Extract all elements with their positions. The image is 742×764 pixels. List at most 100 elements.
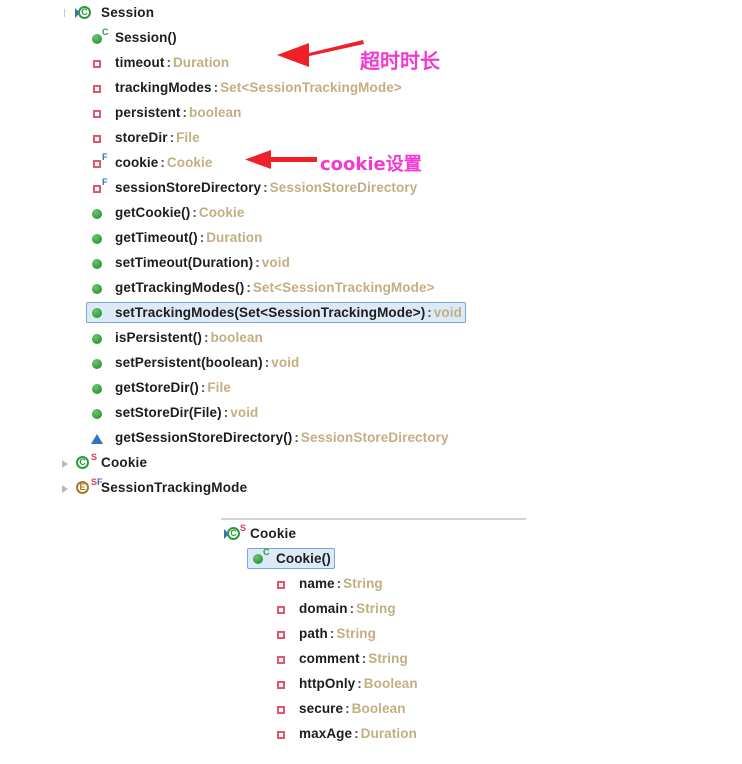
member-name: httpOnly — [299, 676, 356, 691]
field-icon — [273, 625, 293, 643]
field-icon — [273, 700, 293, 718]
name-type-separator: : — [294, 430, 299, 445]
method-icon — [89, 303, 109, 321]
member-row-domain-field[interactable]: domain : String — [0, 596, 742, 621]
method-icon — [89, 354, 109, 372]
field-icon — [273, 575, 293, 593]
expand-caret-session[interactable] — [58, 4, 72, 22]
member-type: void — [261, 255, 290, 270]
tree-row-persistent-field[interactable]: persistent : boolean — [0, 100, 742, 125]
name-type-separator: : — [329, 626, 335, 641]
tree-row-settimeout-method[interactable]: setTimeout(Duration) : void — [0, 250, 742, 275]
name-type-separator: : — [223, 405, 229, 420]
method-icon — [89, 204, 109, 222]
name-type-separator: : — [345, 701, 350, 716]
tree-row-setpersistent-method[interactable]: setPersistent(boolean) : void — [0, 350, 742, 375]
method-icon — [89, 404, 109, 422]
member-row-comment-field[interactable]: comment : String — [0, 646, 742, 671]
field-icon — [273, 725, 293, 743]
name-type-separator: : — [255, 255, 260, 270]
member-type: void — [433, 304, 462, 320]
tree-row-getsessionstoredirectory-method[interactable]: getSessionStoreDirectory() : SessionStor… — [0, 425, 742, 450]
tree-row-storedir-field[interactable]: storeDir : File — [0, 125, 742, 150]
panel-divider — [221, 518, 526, 520]
method-icon — [89, 254, 109, 272]
annotation-timeout: 超时时长 — [360, 49, 440, 73]
member-row-name-field[interactable]: name : String — [0, 571, 742, 596]
tree-row-sessionstoredirectory-field[interactable]: F sessionStoreDirectory : SessionStoreDi… — [0, 175, 742, 200]
outline-tree[interactable]: C Session C Session() timeout : Duration… — [0, 0, 742, 500]
class-icon: C S — [75, 452, 97, 472]
expand-caret-sessiontrackingmode[interactable] — [58, 479, 72, 497]
name-type-separator: : — [427, 304, 432, 320]
member-row-secure-field[interactable]: secure : Boolean — [0, 696, 742, 721]
name-type-separator: : — [354, 726, 359, 741]
member-name: trackingModes — [115, 80, 212, 95]
constructor-icon: C — [89, 27, 109, 47]
tree-row-session-class[interactable]: C Session — [0, 0, 742, 25]
member-type: File — [176, 130, 200, 145]
tree-row-setstoredir-method[interactable]: setStoreDir(File) : void — [0, 400, 742, 425]
static-badge: S — [240, 522, 247, 533]
member-name: setTimeout(Duration) — [115, 255, 254, 270]
member-type: boolean — [189, 105, 242, 120]
class-icon: C S — [224, 522, 247, 543]
name-type-separator: : — [160, 155, 165, 170]
tree-row-gettimeout-method[interactable]: getTimeout() : Duration — [0, 225, 742, 250]
member-row-cookie-class[interactable]: C S Cookie — [0, 521, 742, 546]
member-tree[interactable]: C S Cookie C Cookie() name : String doma… — [0, 521, 742, 746]
member-name: path — [299, 626, 328, 641]
name-type-separator: : — [166, 55, 171, 70]
member-row-maxage-field[interactable]: maxAge : Duration — [0, 721, 742, 746]
member-name: getSessionStoreDirectory() — [115, 430, 293, 445]
member-name: setStoreDir(File) — [115, 405, 222, 420]
member-type: Duration — [360, 726, 417, 741]
field-icon: F — [89, 152, 109, 172]
constructor-icon: C — [250, 548, 270, 567]
tree-row-label: SessionTrackingMode — [101, 480, 248, 495]
tree-row-getcookie-method[interactable]: getCookie() : Cookie — [0, 200, 742, 225]
expand-caret-cookie[interactable] — [58, 454, 72, 472]
field-icon — [89, 129, 109, 147]
tree-row-gettrackingmodes-method[interactable]: getTrackingModes() : Set<SessionTracking… — [0, 275, 742, 300]
field-icon — [89, 79, 109, 97]
tree-row-trackingmodes-field[interactable]: trackingModes : Set<SessionTrackingMode> — [0, 75, 742, 100]
name-type-separator: : — [357, 676, 362, 691]
member-name: persistent — [115, 105, 181, 120]
class-icon: C — [75, 4, 95, 22]
member-name: setPersistent(boolean) — [115, 355, 263, 370]
member-name: getCookie() — [115, 205, 191, 220]
member-type: Set<SessionTrackingMode> — [252, 280, 435, 295]
member-type: String — [356, 601, 396, 616]
field-icon — [273, 675, 293, 693]
tree-row-settrackingmodes-method[interactable]: setTrackingModes(Set<SessionTrackingMode… — [0, 300, 742, 325]
tree-row-label: Cookie — [101, 455, 148, 470]
member-name: Session() — [115, 30, 177, 45]
member-row-cookie-constructor[interactable]: C Cookie() — [0, 546, 742, 571]
name-type-separator: : — [203, 330, 209, 345]
tree-row-getstoredir-method[interactable]: getStoreDir() : File — [0, 375, 742, 400]
member-name: setTrackingModes(Set<SessionTrackingMode… — [115, 304, 426, 320]
member-type: File — [207, 380, 231, 395]
field-icon — [273, 600, 293, 618]
member-name: sessionStoreDirectory — [115, 180, 262, 195]
member-name: secure — [299, 701, 344, 716]
method-icon — [89, 329, 109, 347]
member-type: Duration — [206, 230, 263, 245]
tree-row-sessiontrackingmode-enum[interactable]: E S F SessionTrackingMode — [0, 475, 742, 500]
member-name: timeout — [115, 55, 165, 70]
final-badge: F — [97, 476, 103, 487]
member-name: storeDir — [115, 130, 168, 145]
member-row-path-field[interactable]: path : String — [0, 621, 742, 646]
tree-row-cookie-class[interactable]: C S Cookie — [0, 450, 742, 475]
member-name: getTrackingModes() — [115, 280, 245, 295]
name-type-separator: : — [199, 230, 205, 245]
member-name: isPersistent() — [115, 330, 202, 345]
name-type-separator: : — [182, 105, 188, 120]
tree-row-ispersistent-method[interactable]: isPersistent() : boolean — [0, 325, 742, 350]
member-type: Boolean — [351, 701, 406, 716]
member-row-httponly-field[interactable]: httpOnly : Boolean — [0, 671, 742, 696]
method-icon — [89, 229, 109, 247]
red-left-arrow-cookie — [245, 148, 317, 172]
member-type: String — [343, 576, 383, 591]
